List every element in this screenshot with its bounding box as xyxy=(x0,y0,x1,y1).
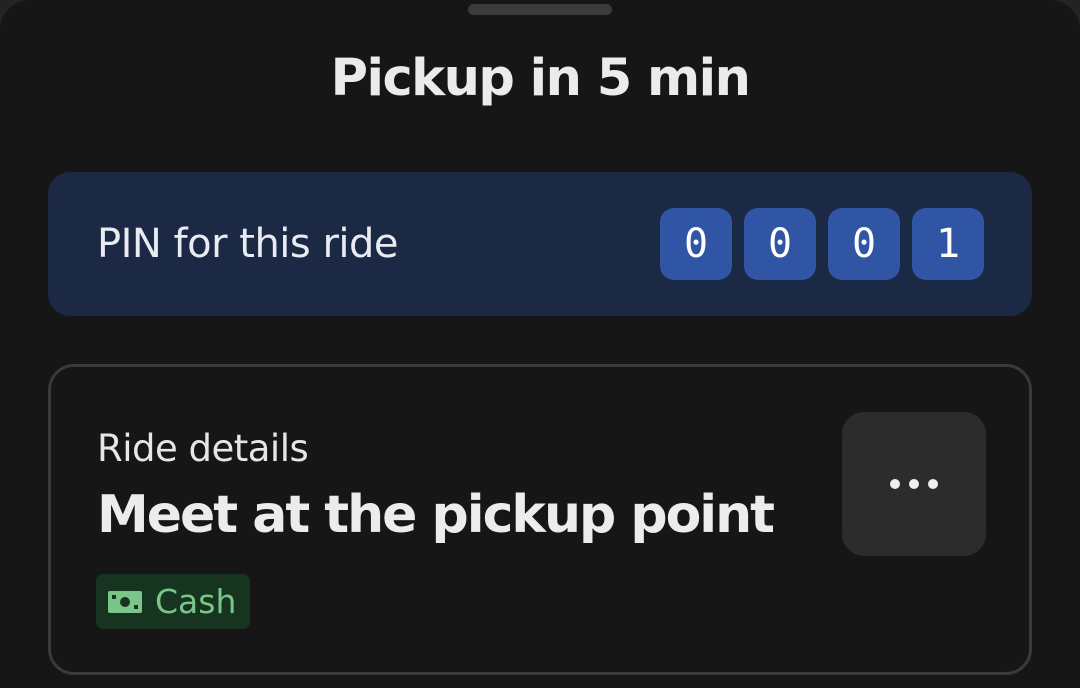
pin-digit: 0 xyxy=(660,208,732,280)
ride-details-card: Ride details Meet at the pickup point Ca… xyxy=(48,364,1032,675)
pin-label: PIN for this ride xyxy=(97,221,399,267)
ride-details-label: Ride details xyxy=(97,427,309,470)
ride-options-button[interactable] xyxy=(842,412,986,556)
cash-icon xyxy=(108,590,142,613)
ride-pin-card: PIN for this ride 0 0 0 1 xyxy=(48,172,1032,316)
ride-details-headline: Meet at the pickup point xyxy=(97,485,775,545)
payment-method-label: Cash xyxy=(155,581,237,621)
bottom-sheet: Pickup in 5 min PIN for this ride 0 0 0 … xyxy=(0,0,1080,688)
more-horizontal-icon xyxy=(890,479,938,489)
pin-digit: 0 xyxy=(828,208,900,280)
pickup-eta-title: Pickup in 5 min xyxy=(330,49,751,108)
pin-digit: 1 xyxy=(912,208,984,280)
pin-digits: 0 0 0 1 xyxy=(660,208,984,280)
pin-digit: 0 xyxy=(744,208,816,280)
sheet-drag-handle[interactable] xyxy=(468,4,612,15)
payment-method-badge: Cash xyxy=(96,574,251,629)
